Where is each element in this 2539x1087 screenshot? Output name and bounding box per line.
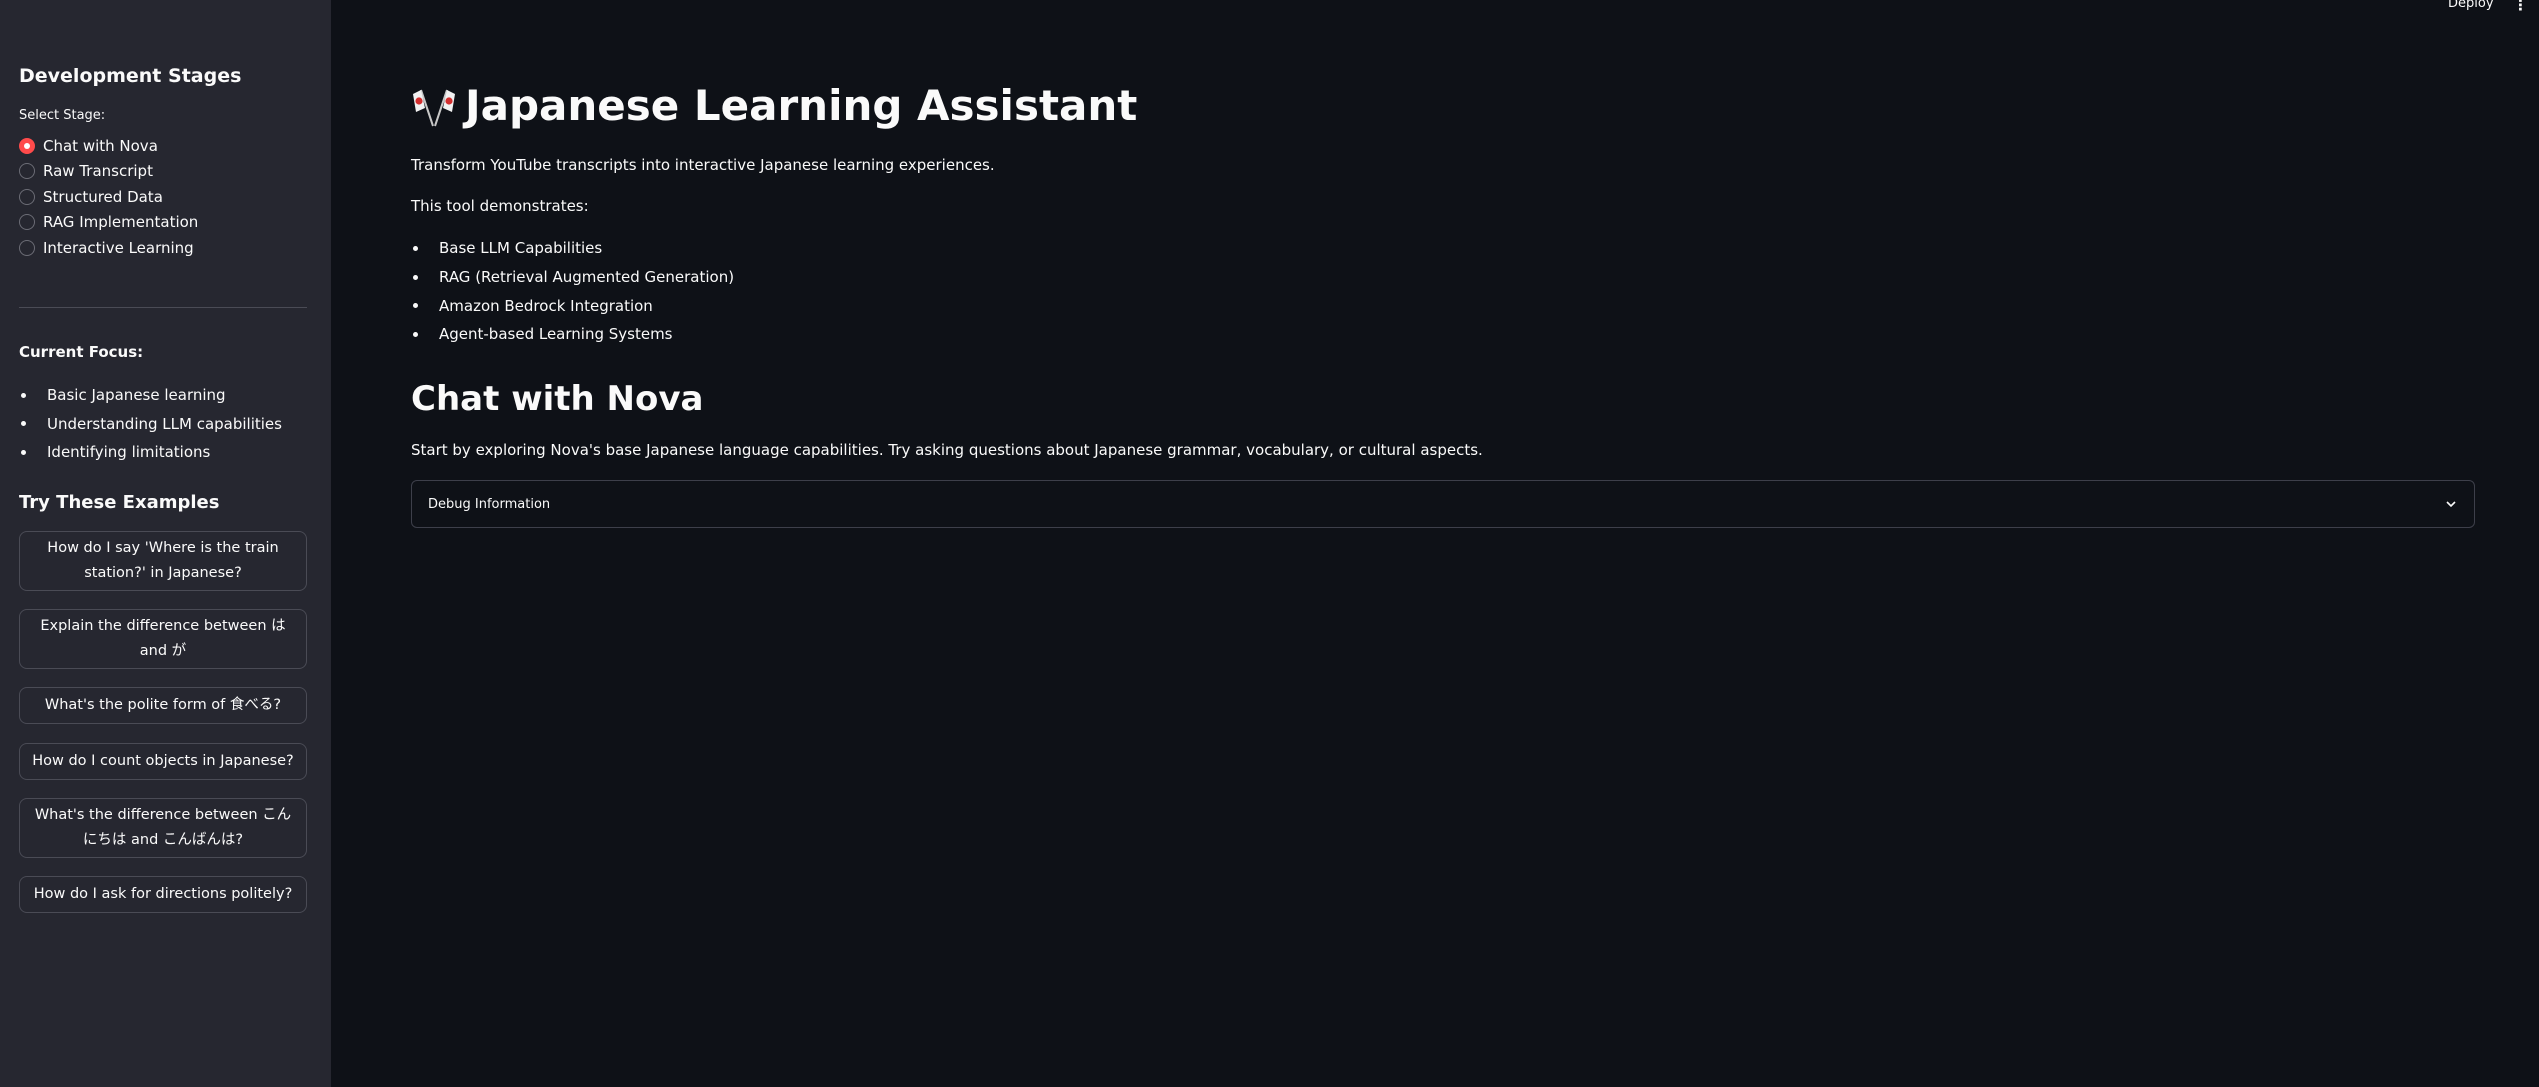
example-button-train-station[interactable]: How do I say 'Where is the train station… bbox=[19, 531, 307, 591]
page-title: Japanese Learning Assistant bbox=[411, 81, 1137, 130]
list-item: Understanding LLM capabilities bbox=[19, 410, 282, 439]
radio-unselected-icon[interactable] bbox=[19, 214, 35, 231]
bullet-icon bbox=[21, 392, 26, 398]
sidebar-heading: Development Stages bbox=[19, 65, 242, 87]
example-button-greetings[interactable]: What's the difference between こんにちは and … bbox=[19, 798, 307, 858]
feature-text: RAG (Retrieval Augmented Generation) bbox=[439, 268, 735, 287]
example-button-count-objects[interactable]: How do I count objects in Japanese? bbox=[19, 743, 307, 780]
stage-option-label: Raw Transcript bbox=[43, 162, 153, 181]
stage-select-label: Select Stage: bbox=[19, 108, 106, 123]
bullet-icon bbox=[21, 449, 26, 455]
page-title-text: Japanese Learning Assistant bbox=[465, 81, 1138, 130]
current-focus-title: Current Focus: bbox=[19, 343, 144, 361]
crossed-flags-icon bbox=[413, 89, 455, 126]
stage-option-structured-data[interactable]: Structured Data bbox=[19, 184, 198, 210]
list-item: Amazon Bedrock Integration bbox=[411, 291, 734, 320]
stage-option-label: Structured Data bbox=[43, 187, 163, 206]
focus-item-text: Understanding LLM capabilities bbox=[47, 414, 282, 433]
list-item: RAG (Retrieval Augmented Generation) bbox=[411, 263, 734, 292]
stage-option-interactive-learning[interactable]: Interactive Learning bbox=[19, 235, 198, 261]
chevron-down-icon[interactable] bbox=[2444, 497, 2458, 511]
section-description: Start by exploring Nova's base Japanese … bbox=[411, 441, 1483, 459]
example-button-directions[interactable]: How do I ask for directions politely? bbox=[19, 876, 307, 913]
expander-label: Debug Information bbox=[428, 496, 551, 512]
bullet-icon bbox=[21, 421, 26, 427]
sidebar-divider bbox=[19, 307, 307, 308]
bullet-icon bbox=[413, 303, 418, 309]
debug-information-expander[interactable]: Debug Information bbox=[411, 480, 2475, 528]
bullet-icon bbox=[413, 274, 418, 280]
stage-option-label: Chat with Nova bbox=[43, 136, 158, 155]
radio-unselected-icon[interactable] bbox=[19, 239, 35, 256]
feature-text: Base LLM Capabilities bbox=[439, 239, 603, 258]
list-item: Base LLM Capabilities bbox=[411, 234, 734, 263]
demonstrates-label: This tool demonstrates: bbox=[411, 197, 589, 215]
sidebar: Development Stages Select Stage: Chat wi… bbox=[0, 0, 331, 1087]
focus-item-text: Identifying limitations bbox=[47, 443, 211, 462]
radio-unselected-icon[interactable] bbox=[19, 188, 35, 205]
radio-unselected-icon[interactable] bbox=[19, 163, 35, 180]
list-item: Agent-based Learning Systems bbox=[411, 320, 734, 349]
current-focus-list: Basic Japanese learning Understanding LL… bbox=[19, 381, 282, 467]
stage-option-label: Interactive Learning bbox=[43, 238, 194, 257]
feature-text: Amazon Bedrock Integration bbox=[439, 296, 653, 315]
intro-text: Transform YouTube transcripts into inter… bbox=[411, 156, 995, 174]
stage-option-rag-implementation[interactable]: RAG Implementation bbox=[19, 210, 198, 236]
list-item: Identifying limitations bbox=[19, 438, 282, 467]
feature-text: Agent-based Learning Systems bbox=[439, 325, 673, 344]
bullet-icon bbox=[413, 331, 418, 337]
focus-item-text: Basic Japanese learning bbox=[47, 386, 226, 405]
stage-option-chat-with-nova[interactable]: Chat with Nova bbox=[19, 133, 198, 159]
stage-radio-group: Chat with Nova Raw Transcript Structured… bbox=[19, 133, 198, 261]
example-button-polite-form[interactable]: What's the polite form of 食べる? bbox=[19, 687, 307, 724]
section-title: Chat with Nova bbox=[411, 379, 704, 419]
list-item: Basic Japanese learning bbox=[19, 381, 282, 410]
radio-selected-icon[interactable] bbox=[19, 137, 35, 154]
examples-title: Try These Examples bbox=[19, 492, 220, 513]
example-button-wa-vs-ga[interactable]: Explain the difference between は and が bbox=[19, 609, 307, 669]
stage-option-label: RAG Implementation bbox=[43, 213, 199, 232]
features-list: Base LLM Capabilities RAG (Retrieval Aug… bbox=[411, 234, 734, 349]
deploy-button[interactable]: Deploy bbox=[2448, 0, 2494, 11]
stage-option-raw-transcript[interactable]: Raw Transcript bbox=[19, 159, 198, 185]
main-menu-icon[interactable]: ⋮ bbox=[2513, 0, 2528, 14]
bullet-icon bbox=[413, 245, 418, 251]
